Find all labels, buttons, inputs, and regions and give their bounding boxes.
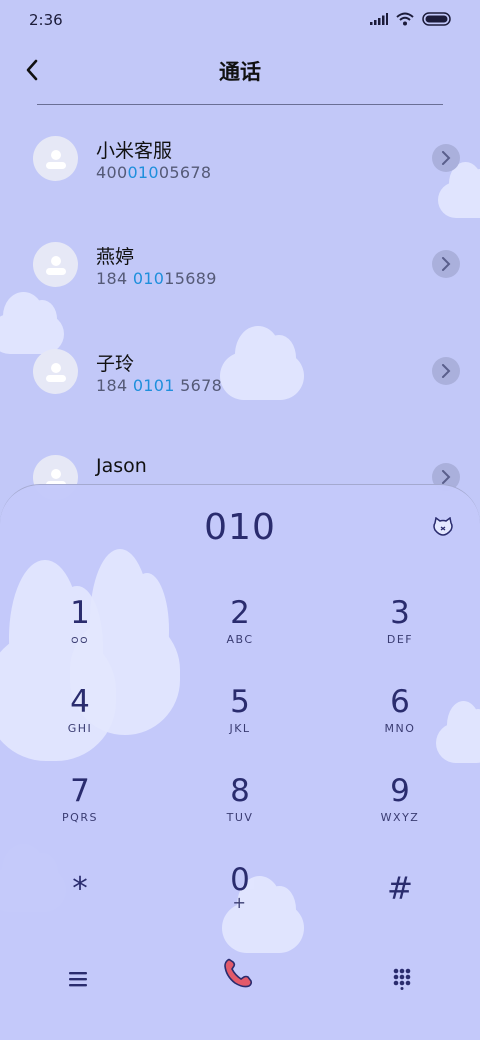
signal-icon: [370, 13, 388, 25]
key-9[interactable]: 9 WXYZ: [340, 773, 460, 853]
contact-name: 小米客服: [96, 140, 173, 162]
dialer-bottom-bar: [0, 953, 480, 1003]
cat-face-icon[interactable]: [432, 516, 454, 537]
contact-name: 子玲: [96, 353, 135, 375]
contact-name: Jason: [96, 455, 147, 477]
voicemail-icon: ᴑᴑ: [70, 633, 90, 646]
person-icon: [45, 255, 66, 275]
key-digit: 1: [70, 595, 90, 631]
key-4[interactable]: 4 GHI: [20, 684, 140, 764]
key-digit: 7: [70, 773, 90, 809]
contact-item[interactable]: 小米客服 40001005678: [0, 136, 480, 206]
key-digit: 4: [70, 684, 90, 720]
key-digit: *: [72, 871, 88, 907]
key-letters: ABC: [226, 633, 254, 646]
key-1[interactable]: 1 ᴑᴑ: [20, 595, 140, 675]
key-8[interactable]: 8 TUV: [180, 773, 300, 853]
key-7[interactable]: 7 PQRS: [20, 773, 140, 853]
key-digit: 8: [230, 773, 250, 809]
key-letters: TUV: [226, 811, 254, 824]
call-button[interactable]: [216, 951, 260, 995]
key-3[interactable]: 3 DEF: [340, 595, 460, 675]
contact-detail-button[interactable]: [432, 357, 460, 385]
avatar: [33, 349, 78, 394]
key-5[interactable]: 5 JKL: [180, 684, 300, 764]
phone-icon: [224, 958, 253, 988]
header: 通话: [0, 50, 480, 90]
key-letters: MNO: [384, 722, 416, 735]
chevron-right-icon: [442, 151, 451, 165]
cloud-decoration: [0, 292, 64, 354]
chevron-right-icon: [442, 470, 451, 484]
chevron-right-icon: [442, 364, 451, 378]
contact-number: 40001005678: [96, 163, 212, 182]
key-letters: WXYZ: [380, 811, 420, 824]
status-time: 2:36: [29, 11, 63, 29]
key-hash[interactable]: #: [340, 871, 460, 951]
key-6[interactable]: 6 MNO: [340, 684, 460, 764]
key-2[interactable]: 2 ABC: [180, 595, 300, 675]
key-digit: 5: [230, 684, 250, 720]
status-bar: 2:36: [0, 0, 480, 42]
status-icons: [370, 12, 452, 26]
page-title: 通话: [219, 60, 261, 84]
key-star[interactable]: *: [20, 871, 140, 951]
key-letters: +: [232, 893, 248, 912]
contact-detail-button[interactable]: [432, 250, 460, 278]
keypad-icon: [393, 968, 411, 990]
key-letters: PQRS: [62, 811, 98, 824]
keypad-toggle-button[interactable]: [380, 957, 424, 1001]
avatar: [33, 242, 78, 287]
contact-number: 184 01015689: [96, 269, 217, 288]
battery-icon: [422, 12, 451, 26]
person-icon: [45, 149, 66, 169]
person-icon: [45, 362, 66, 382]
contact-item[interactable]: 燕婷 184 01015689: [0, 242, 480, 312]
avatar: [33, 136, 78, 181]
key-digit: 2: [230, 595, 250, 631]
dialer-panel: 010 1 ᴑᴑ 2 ABC 3 DEF 4 GHI 5 JKL 6 MNO 7…: [0, 484, 480, 1040]
contact-name: 燕婷: [96, 246, 135, 268]
contact-detail-button[interactable]: [432, 144, 460, 172]
key-letters: GHI: [67, 722, 93, 735]
key-digit: 9: [390, 773, 410, 809]
key-letters: DEF: [386, 633, 414, 646]
key-digit: #: [387, 871, 413, 907]
menu-button[interactable]: [56, 957, 100, 1001]
contact-item[interactable]: 子玲 184 0101 5678: [0, 349, 480, 419]
dialed-number: 010: [204, 507, 276, 548]
menu-icon: [69, 972, 87, 987]
chevron-right-icon: [442, 257, 451, 271]
key-letters: JKL: [229, 722, 251, 735]
key-digit: 3: [390, 595, 410, 631]
contact-number: 184 0101 5678: [96, 376, 223, 395]
wifi-icon: [396, 12, 414, 26]
key-0[interactable]: 0 +: [180, 862, 300, 942]
key-digit: 6: [390, 684, 410, 720]
header-divider: [37, 104, 443, 105]
